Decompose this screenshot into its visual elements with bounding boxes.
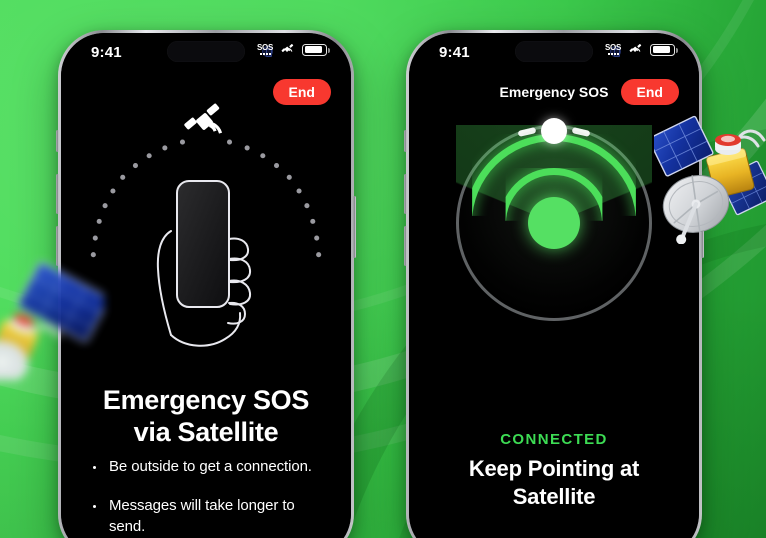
status-bar: 9:41 SOS — [409, 33, 699, 75]
battery-icon — [650, 43, 678, 56]
hand-holding-phone-icon — [156, 180, 252, 347]
page-title: Keep Pointing at Satellite — [409, 455, 699, 510]
phone-left-screen: 9:41 SOS End Emergency SOS via Satellite… — [61, 33, 351, 538]
end-button[interactable]: End — [620, 79, 679, 105]
satellite-instruction-illustration — [61, 95, 351, 385]
power-button[interactable] — [353, 196, 356, 258]
satellite-icon — [281, 43, 294, 53]
status-bar-icons: SOS — [605, 42, 678, 57]
status-bar-time: 9:41 — [91, 44, 122, 61]
satellite-target-dot — [541, 118, 567, 144]
status-bar-icons: SOS — [257, 42, 330, 57]
satellite-3d-illustration-blurred — [0, 261, 104, 380]
status-bar-time: 9:41 — [439, 44, 470, 61]
sos-icon: SOS — [257, 43, 273, 56]
list-item-label: Messages will take longer to send. — [109, 497, 295, 535]
list-item-label: Be outside to get a connection. — [109, 458, 312, 475]
page-title-line1: Keep Pointing at — [468, 456, 640, 481]
list-item: Messages will take longer to send. — [87, 496, 331, 537]
satellite-3d-illustration — [654, 115, 766, 244]
volume-down-button[interactable] — [404, 226, 407, 266]
list-item: Be outside to get a connection. — [87, 457, 331, 477]
sos-icon: SOS — [605, 43, 621, 56]
silence-switch[interactable] — [404, 130, 407, 152]
volume-up-button[interactable] — [56, 174, 59, 214]
nav-row: End — [61, 75, 351, 115]
status-badge: CONNECTED — [500, 431, 608, 448]
page-title: Emergency SOS via Satellite — [61, 385, 351, 449]
bullet-icon — [93, 505, 96, 509]
satellite-icon — [629, 43, 642, 53]
dynamic-island — [515, 41, 593, 62]
silence-switch[interactable] — [56, 130, 59, 152]
end-button[interactable]: End — [272, 79, 331, 105]
phone-left-body: 9:41 SOS End Emergency SOS via Satellite… — [61, 33, 351, 538]
volume-up-button[interactable] — [404, 174, 407, 214]
bullet-icon — [93, 466, 96, 469]
page-title-line1: Emergency SOS — [102, 385, 310, 415]
battery-icon — [302, 43, 330, 56]
page-title-line2: Satellite — [512, 483, 596, 509]
satellite-direction-radar-icon — [456, 118, 652, 321]
status-bar: 9:41 SOS — [61, 33, 351, 75]
page-title-line2: via Satellite — [133, 416, 279, 447]
device-position-dot — [528, 197, 580, 249]
instruction-list: Be outside to get a connection. Messages… — [87, 457, 331, 538]
dynamic-island — [167, 41, 245, 62]
